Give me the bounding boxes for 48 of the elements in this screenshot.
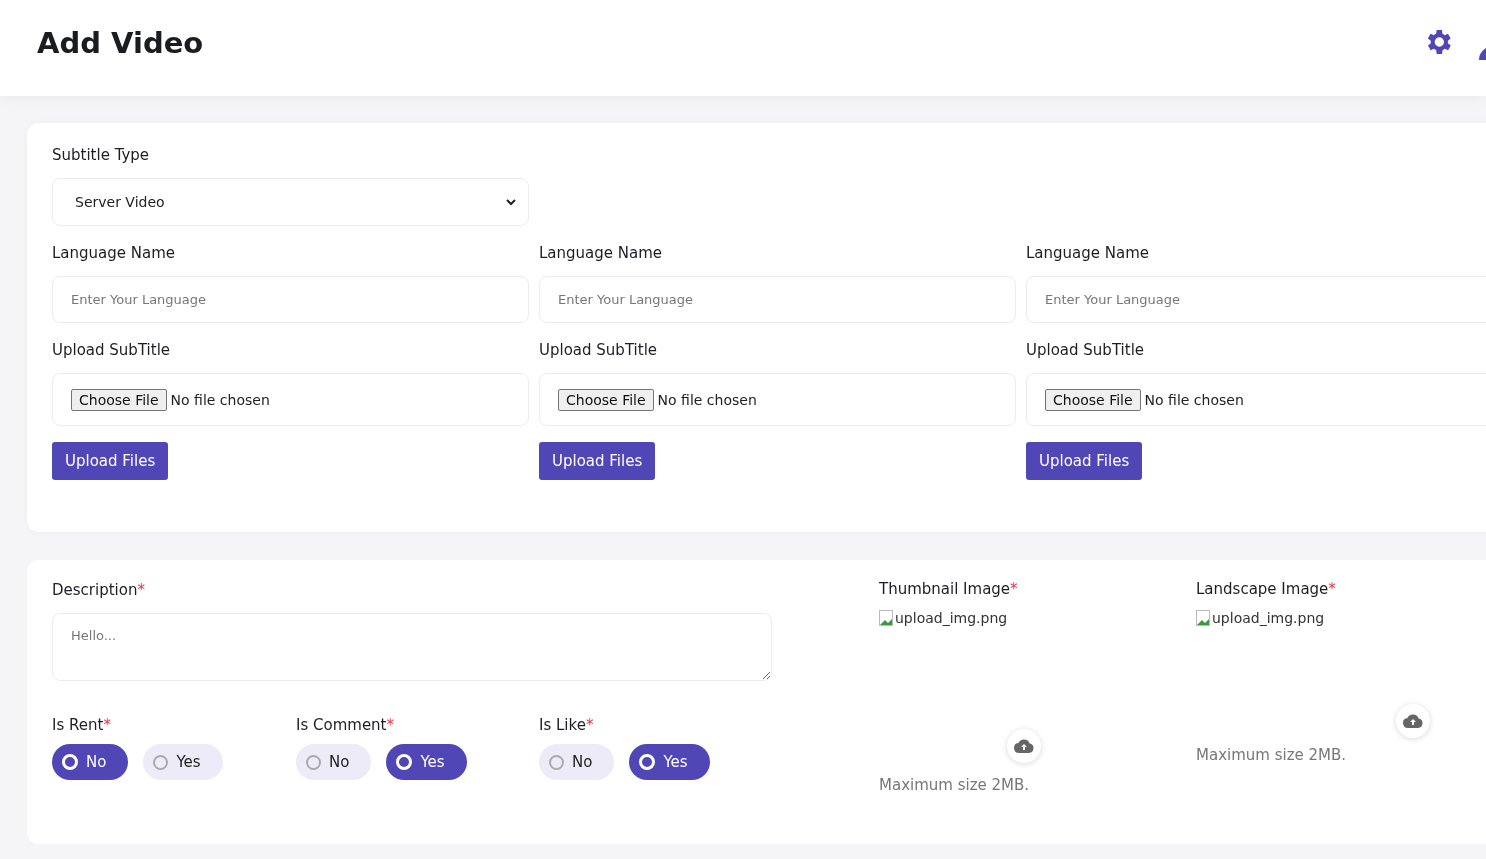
upload-button[interactable]: Upload Files: [52, 442, 169, 480]
language-input[interactable]: Enter Your Language: [52, 276, 529, 323]
choose-file-button[interactable]: Choose File: [558, 388, 654, 411]
description-input[interactable]: Hello...: [52, 613, 772, 681]
field-label: Is Rent*: [52, 716, 111, 734]
field-label: Thumbnail Image*: [879, 580, 1018, 598]
radio-option[interactable]: No: [52, 744, 129, 780]
choose-file-button[interactable]: Choose File: [71, 388, 167, 411]
field-label: Upload SubTitle: [1026, 341, 1145, 359]
broken-image-icon: [1196, 610, 1212, 626]
field-label: Is Like*: [539, 716, 594, 734]
file-input[interactable]: Choose File No file chosen: [539, 373, 1016, 426]
field-label: Language Name: [1026, 244, 1150, 262]
file-status: No file chosen: [1144, 391, 1244, 408]
language-input[interactable]: Enter Your Language: [539, 276, 1016, 323]
file-input[interactable]: Choose File No file chosen: [1026, 373, 1486, 426]
size-hint: Maximum size 2MB.: [1196, 746, 1347, 764]
image-alt-text: upload_img.png: [1212, 610, 1325, 626]
file-input[interactable]: Choose File No file chosen: [52, 373, 529, 426]
field-label: Upload SubTitle: [52, 341, 171, 359]
radio-option[interactable]: Yes: [143, 744, 223, 780]
file-status: No file chosen: [657, 391, 757, 408]
subtitle-type-select[interactable]: Server Video: [52, 178, 529, 226]
choose-file-button[interactable]: Choose File: [1045, 388, 1141, 411]
field-label: Description*: [52, 581, 145, 599]
field-label: Landscape Image*: [1196, 580, 1336, 598]
radio-option[interactable]: No: [539, 744, 615, 780]
size-hint: Maximum size 2MB.: [879, 776, 1030, 794]
radio-option[interactable]: Yes: [629, 744, 710, 780]
field-label: Subtitle Type: [52, 146, 150, 164]
upload-image-button[interactable]: [1396, 704, 1430, 738]
field-label: Upload SubTitle: [539, 341, 658, 359]
radio-option[interactable]: No: [296, 744, 372, 780]
page-title: Add Video: [37, 26, 205, 62]
broken-image-icon: [879, 610, 895, 626]
field-label: Language Name: [52, 244, 176, 262]
field-label: Is Comment*: [296, 716, 394, 734]
upload-button[interactable]: Upload Files: [1026, 442, 1143, 480]
chevron-down-icon: [506, 198, 516, 206]
field-label: Language Name: [539, 244, 663, 262]
image-alt-text: upload_img.png: [895, 610, 1008, 626]
language-input[interactable]: Enter Your Language: [1026, 276, 1486, 323]
radio-option[interactable]: Yes: [386, 744, 467, 780]
upload-button[interactable]: Upload Files: [539, 442, 656, 480]
cloud-upload-icon: [1403, 714, 1423, 728]
cloud-upload-icon: [1014, 739, 1034, 753]
upload-image-button[interactable]: [1007, 729, 1041, 763]
file-status: No file chosen: [170, 391, 270, 408]
